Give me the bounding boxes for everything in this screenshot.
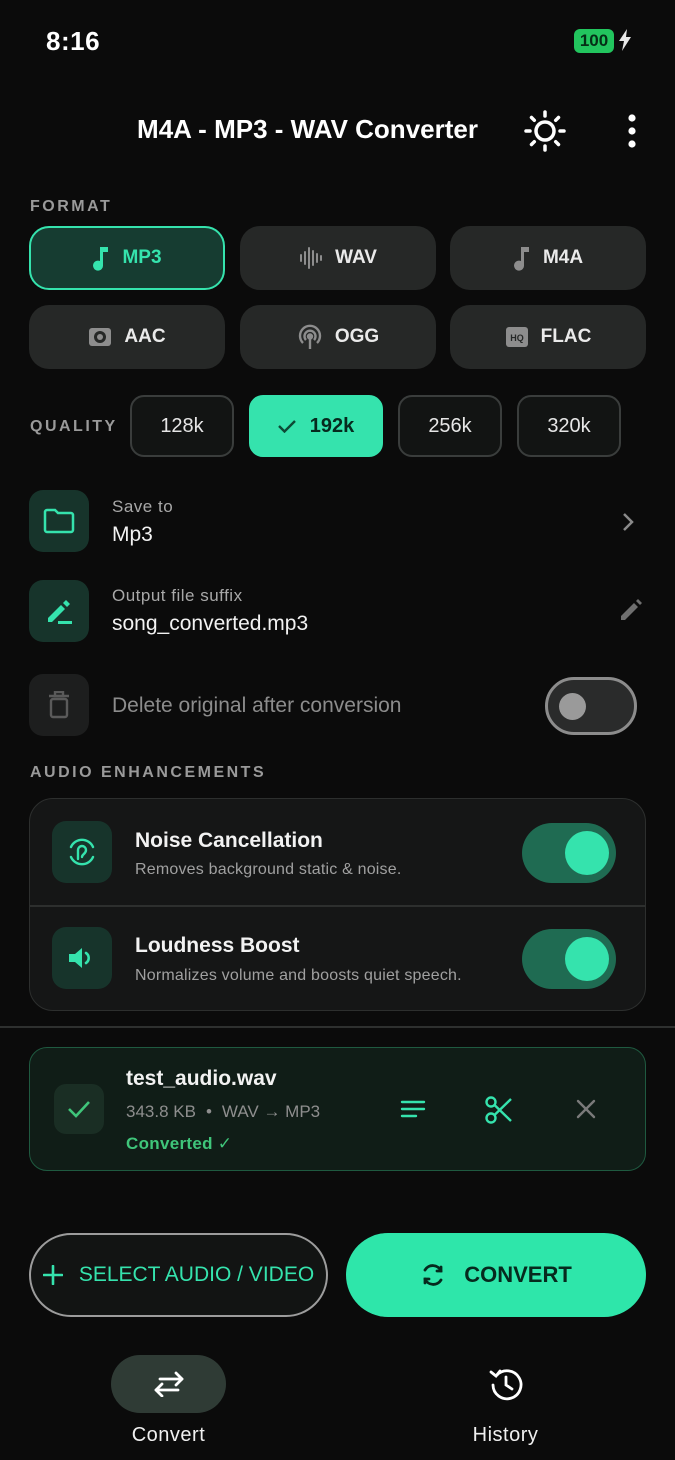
loudness-boost-toggle[interactable]	[522, 929, 616, 989]
delete-original-label: Delete original after conversion	[112, 694, 402, 717]
sun-icon[interactable]	[524, 110, 566, 152]
check-icon	[277, 419, 296, 433]
toggle-knob	[565, 937, 609, 981]
meta-separator: •	[205, 1102, 212, 1121]
hq-icon: HQ	[505, 326, 529, 348]
speaker-box-icon	[88, 326, 112, 348]
file-conversion: WAV → MP3	[221, 1102, 321, 1121]
suffix-value: song_converted.mp3	[112, 612, 309, 635]
quality-128k-button[interactable]: 128k	[130, 395, 234, 457]
waveform-icon	[299, 246, 323, 270]
format-label: OGG	[334, 326, 380, 347]
trash-icon	[29, 674, 89, 736]
toggle-knob	[559, 693, 586, 720]
app-title: M4A - MP3 - WAV Converter	[137, 114, 478, 144]
quality-label: 320k	[547, 414, 591, 437]
section-divider	[0, 1026, 675, 1028]
sync-icon	[420, 1262, 446, 1288]
suffix-label: Output file suffix	[112, 586, 243, 605]
file-item-card: test_audio.wav 343.8 KB • WAV → MP3 Conv…	[29, 1047, 646, 1171]
quality-256k-button[interactable]: 256k	[398, 395, 502, 457]
check-icon	[54, 1084, 104, 1134]
format-m4a-button[interactable]: M4A	[450, 226, 646, 290]
file-meta: 343.8 KB • WAV → MP3	[126, 1102, 320, 1122]
music-note-icon	[92, 245, 110, 271]
divider	[30, 905, 645, 907]
format-aac-button[interactable]: AAC	[29, 305, 225, 369]
file-status: Converted ✓	[126, 1134, 233, 1153]
enhancements-card: Noise Cancellation Removes background st…	[29, 798, 646, 1011]
folder-icon	[29, 490, 89, 552]
enhancements-section-label: AUDIO ENHANCEMENTS	[30, 764, 267, 781]
swap-arrows-icon	[152, 1371, 186, 1397]
svg-text:HQ: HQ	[510, 333, 524, 343]
quality-192k-button[interactable]: 192k	[249, 395, 383, 457]
convert-button[interactable]: CONVERT	[346, 1233, 646, 1317]
more-vertical-icon[interactable]	[622, 113, 642, 149]
battery-indicator: 100	[574, 29, 614, 53]
format-section-label: FORMAT	[30, 198, 113, 215]
select-button-label: SELECT AUDIO / VIDEO	[78, 1263, 315, 1286]
volume-icon	[52, 927, 112, 989]
toggle-knob	[565, 831, 609, 875]
file-name: test_audio.wav	[126, 1067, 277, 1090]
broadcast-icon	[297, 324, 323, 350]
close-icon[interactable]	[576, 1099, 596, 1119]
plus-icon	[42, 1265, 63, 1285]
format-label: FLAC	[540, 326, 592, 347]
quality-label: 192k	[309, 414, 355, 437]
format-ogg-button[interactable]: OGG	[240, 305, 436, 369]
format-label: MP3	[122, 247, 162, 268]
save-to-value: Mp3	[112, 523, 153, 546]
scissors-icon[interactable]	[484, 1095, 514, 1125]
noise-cancellation-title: Noise Cancellation	[135, 829, 323, 852]
suffix-row[interactable]: Output file suffix song_converted.mp3	[29, 580, 646, 644]
delete-original-toggle[interactable]	[545, 677, 637, 735]
loudness-boost-desc: Normalizes volume and boosts quiet speec…	[135, 967, 462, 984]
format-wav-button[interactable]: WAV	[240, 226, 436, 290]
save-to-label: Save to	[112, 497, 174, 516]
nav-convert-label[interactable]: Convert	[111, 1424, 226, 1447]
history-icon[interactable]	[487, 1366, 525, 1404]
quality-label: 128k	[160, 414, 204, 437]
noise-cancellation-toggle[interactable]	[522, 823, 616, 883]
pencil-icon[interactable]	[619, 598, 643, 622]
loudness-boost-title: Loudness Boost	[135, 934, 300, 957]
file-size: 343.8 KB	[126, 1102, 196, 1121]
quality-label: 256k	[428, 414, 472, 437]
noise-cancel-icon	[52, 821, 112, 883]
save-to-row[interactable]: Save to Mp3	[29, 490, 646, 554]
charging-icon	[618, 29, 632, 51]
status-time: 8:16	[46, 26, 101, 56]
noise-cancellation-desc: Removes background static & noise.	[135, 861, 402, 878]
music-note-icon	[513, 245, 531, 271]
chevron-right-icon	[622, 512, 634, 532]
format-label: WAV	[335, 247, 377, 268]
format-flac-button[interactable]: HQ FLAC	[450, 305, 646, 369]
edit-pen-icon	[29, 580, 89, 642]
format-label: AAC	[124, 326, 166, 347]
quality-section-label: QUALITY	[30, 418, 118, 435]
log-lines-icon[interactable]	[400, 1100, 426, 1118]
nav-convert-tab[interactable]	[111, 1355, 226, 1413]
quality-320k-button[interactable]: 320k	[517, 395, 621, 457]
select-audio-video-button[interactable]: SELECT AUDIO / VIDEO	[29, 1233, 328, 1317]
convert-button-label: CONVERT	[464, 1262, 572, 1287]
format-mp3-button[interactable]: MP3	[29, 226, 225, 290]
nav-history-label[interactable]: History	[448, 1424, 563, 1447]
format-label: M4A	[542, 247, 584, 268]
